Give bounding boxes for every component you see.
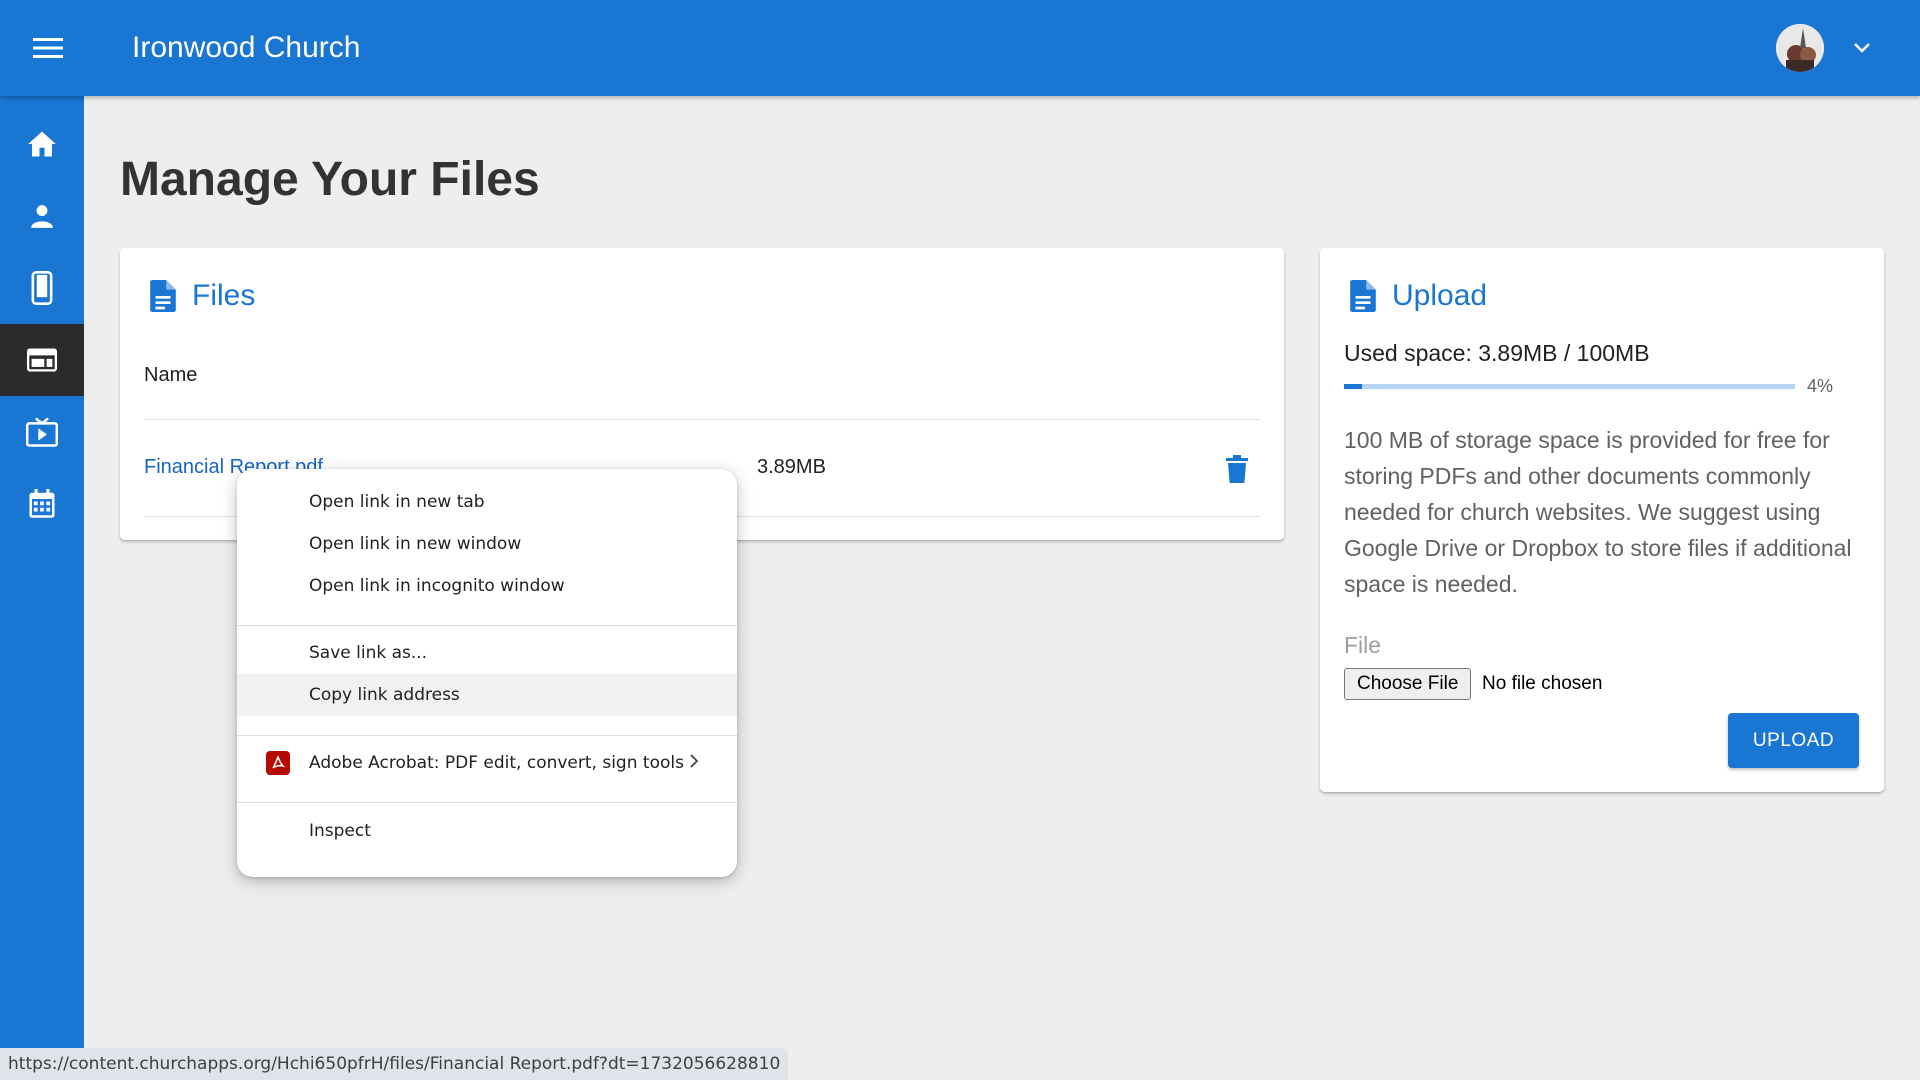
status-bar-url: https://content.churchapps.org/Hchi650pf… bbox=[0, 1048, 789, 1080]
menu-icon[interactable] bbox=[24, 24, 72, 72]
storage-progress-bar bbox=[1344, 384, 1795, 389]
files-card-title: Files bbox=[192, 279, 256, 312]
sidebar-item-home[interactable] bbox=[0, 108, 84, 180]
ctx-open-new-tab[interactable]: Open link in new tab bbox=[237, 481, 737, 523]
calendar-icon bbox=[29, 489, 55, 518]
sidebar-item-sermons[interactable] bbox=[0, 396, 84, 468]
app-title: Ironwood Church bbox=[132, 31, 361, 64]
ctx-save-link[interactable]: Save link as... bbox=[237, 632, 737, 674]
home-icon bbox=[28, 131, 56, 157]
ctx-item-label: Adobe Acrobat: PDF edit, convert, sign t… bbox=[309, 753, 684, 773]
ctx-separator bbox=[237, 802, 737, 803]
ctx-item-label: Open link in new window bbox=[309, 534, 522, 554]
sidebar bbox=[0, 96, 84, 1080]
user-avatar[interactable] bbox=[1776, 24, 1824, 72]
storage-progress-fill bbox=[1344, 384, 1363, 389]
app-bar: Ironwood Church bbox=[0, 0, 1920, 96]
chevron-right-icon bbox=[689, 753, 699, 774]
web-icon bbox=[27, 348, 57, 372]
upload-card-title: Upload bbox=[1392, 279, 1488, 312]
choose-file-button[interactable]: Choose File bbox=[1344, 668, 1472, 700]
trash-icon[interactable] bbox=[1222, 452, 1252, 486]
mobile-icon bbox=[31, 271, 53, 305]
ctx-separator bbox=[237, 735, 737, 736]
no-file-chosen-text: No file chosen bbox=[1482, 673, 1603, 694]
column-header-name: Name bbox=[144, 364, 198, 386]
file-icon bbox=[146, 279, 180, 313]
ctx-item-label: Copy link address bbox=[309, 685, 460, 705]
sidebar-item-website[interactable] bbox=[0, 324, 84, 396]
upload-card: Upload Used space: 3.89MB / 100MB 4% 100… bbox=[1320, 248, 1884, 792]
sidebar-item-calendar[interactable] bbox=[0, 468, 84, 540]
ctx-item-label: Open link in new tab bbox=[309, 492, 485, 512]
used-space-text: Used space: 3.89MB / 100MB bbox=[1344, 340, 1650, 366]
file-size: 3.89MB bbox=[757, 456, 826, 478]
chevron-down-icon[interactable] bbox=[1848, 34, 1876, 62]
person-icon bbox=[31, 205, 53, 228]
tv-icon bbox=[26, 417, 58, 447]
file-input-label: File bbox=[1344, 632, 1382, 658]
ctx-item-label: Save link as... bbox=[309, 643, 428, 663]
ctx-open-new-window[interactable]: Open link in new window bbox=[237, 523, 737, 565]
ctx-item-label: Inspect bbox=[309, 821, 371, 841]
ctx-item-label: Open link in incognito window bbox=[309, 576, 565, 596]
ctx-copy-link-address[interactable]: Copy link address bbox=[237, 674, 737, 716]
file-icon bbox=[1346, 279, 1380, 313]
ctx-adobe-acrobat[interactable]: Adobe Acrobat: PDF edit, convert, sign t… bbox=[237, 742, 737, 784]
acrobat-icon bbox=[266, 751, 290, 775]
context-menu: Open link in new tab Open link in new wi… bbox=[237, 469, 737, 877]
ctx-separator bbox=[237, 625, 737, 626]
sidebar-item-mobile[interactable] bbox=[0, 252, 84, 324]
ctx-open-incognito[interactable]: Open link in incognito window bbox=[237, 565, 737, 607]
page-title: Manage Your Files bbox=[120, 153, 540, 206]
divider bbox=[144, 419, 1260, 420]
storage-progress-label: 4% bbox=[1807, 376, 1834, 396]
sidebar-item-people[interactable] bbox=[0, 180, 84, 252]
upload-button[interactable]: UPLOAD bbox=[1728, 713, 1859, 768]
ctx-inspect[interactable]: Inspect bbox=[237, 810, 737, 852]
storage-description: 100 MB of storage space is provided for … bbox=[1344, 427, 1852, 597]
